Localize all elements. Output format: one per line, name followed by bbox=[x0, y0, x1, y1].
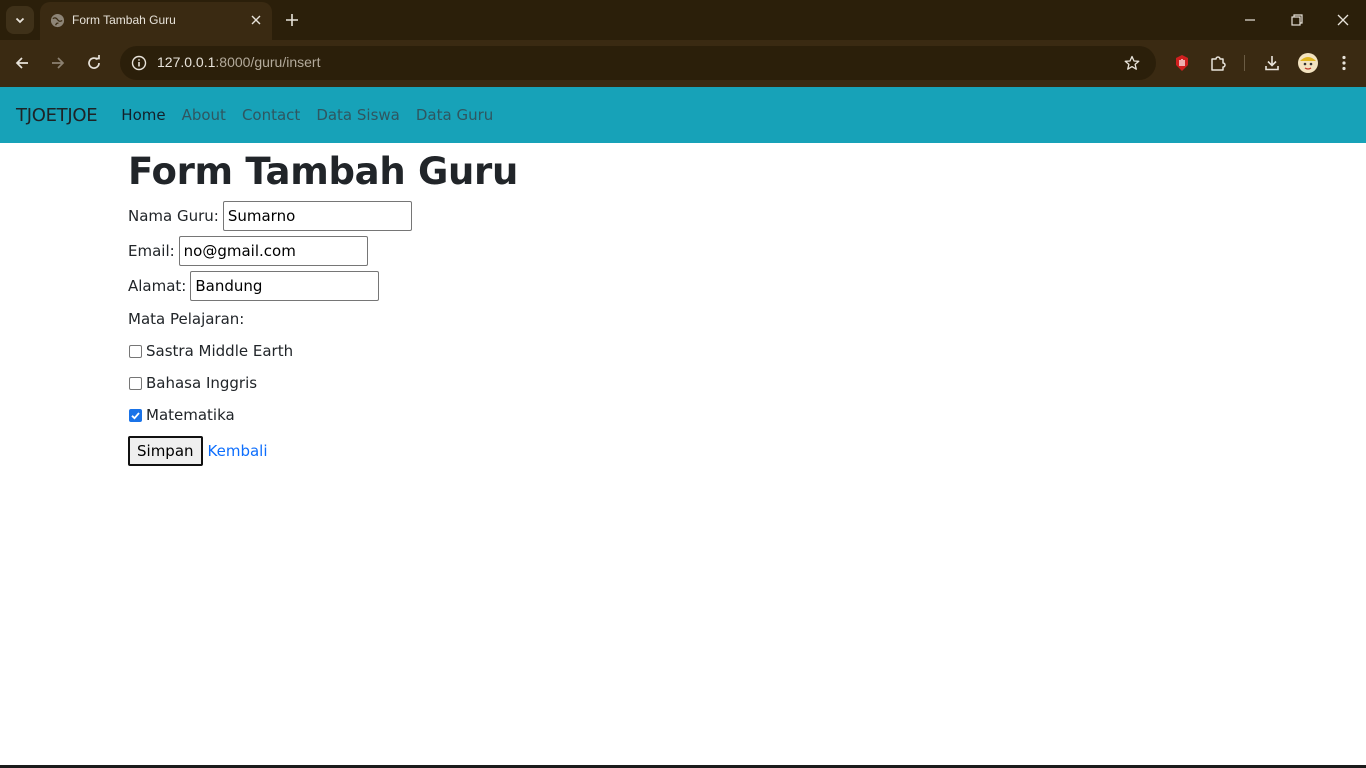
email-input[interactable] bbox=[178, 235, 368, 266]
site-navbar: TJOETJOE Home About Contact Data Siswa D… bbox=[0, 87, 1366, 143]
navbar-brand[interactable]: TJOETJOE bbox=[16, 105, 98, 126]
mapel-option-sastra[interactable]: Sastra Middle Earth bbox=[128, 335, 1238, 367]
mapel-option-label: Bahasa Inggris bbox=[146, 374, 258, 392]
browser-toolbar: 127.0.0.1:8000/guru/insert bbox=[0, 40, 1366, 87]
nav-link-contact[interactable]: Contact bbox=[242, 106, 300, 124]
alamat-label: Alamat: bbox=[128, 276, 187, 295]
avatar-icon bbox=[1298, 53, 1318, 73]
mapel-option-bahasa-inggris[interactable]: Bahasa Inggris bbox=[128, 367, 1238, 399]
url-host: 127.0.0.1 bbox=[157, 54, 216, 70]
close-icon bbox=[1337, 14, 1349, 26]
simpan-button[interactable]: Simpan bbox=[128, 436, 203, 466]
url-text: 127.0.0.1:8000/guru/insert bbox=[157, 54, 320, 70]
tab-title: Form Tambah Guru bbox=[72, 13, 176, 27]
reload-icon bbox=[88, 55, 100, 69]
nav-link-data-guru[interactable]: Data Guru bbox=[416, 106, 493, 124]
arrow-right-icon bbox=[52, 57, 65, 69]
restore-icon bbox=[1291, 14, 1303, 26]
nama-guru-row: Nama Guru: bbox=[128, 198, 1238, 233]
browser-tab[interactable]: Form Tambah Guru bbox=[40, 2, 272, 40]
mapel-option-label: Sastra Middle Earth bbox=[146, 342, 294, 360]
minimize-icon bbox=[1245, 19, 1255, 21]
alamat-row: Alamat: bbox=[128, 268, 1238, 303]
browser-tab-strip: Form Tambah Guru bbox=[0, 0, 1366, 40]
mata-pelajaran-label: Mata Pelajaran: bbox=[128, 310, 245, 328]
info-icon bbox=[131, 55, 147, 71]
nav-link-home[interactable]: Home bbox=[121, 106, 165, 124]
puzzle-icon bbox=[1211, 56, 1226, 71]
mapel-option-label: Matematika bbox=[146, 406, 235, 424]
checkmark-icon bbox=[131, 411, 140, 420]
mapel-checkbox-matematika[interactable] bbox=[129, 408, 142, 422]
alamat-input[interactable] bbox=[190, 270, 380, 301]
download-icon bbox=[1265, 56, 1279, 71]
email-row: Email: bbox=[128, 233, 1238, 268]
main-content: Form Tambah Guru Nama Guru: Email: Alama… bbox=[128, 143, 1238, 470]
extension-button[interactable] bbox=[1171, 52, 1193, 74]
bookmark-button[interactable] bbox=[1121, 52, 1143, 74]
form-actions: Simpan Kembali bbox=[128, 432, 1238, 470]
nama-guru-input[interactable] bbox=[222, 200, 412, 231]
nama-guru-label: Nama Guru: bbox=[128, 206, 219, 225]
extensions-menu-button[interactable] bbox=[1207, 52, 1229, 74]
site-info-button[interactable] bbox=[128, 52, 150, 74]
nav-link-about[interactable]: About bbox=[182, 106, 226, 124]
mapel-checkbox-bahasa-inggris[interactable] bbox=[129, 376, 142, 390]
nav-link-data-siswa[interactable]: Data Siswa bbox=[316, 106, 400, 124]
plus-icon bbox=[286, 14, 298, 26]
close-window-button[interactable] bbox=[1333, 10, 1353, 30]
reload-button[interactable] bbox=[83, 52, 105, 74]
tab-close-button[interactable] bbox=[248, 12, 264, 28]
star-icon bbox=[1124, 55, 1140, 70]
stop-hand-icon bbox=[1176, 55, 1188, 71]
tab-search-button[interactable] bbox=[6, 6, 34, 34]
new-tab-button[interactable] bbox=[282, 10, 302, 30]
restore-button[interactable] bbox=[1287, 10, 1307, 30]
kembali-link[interactable]: Kembali bbox=[208, 442, 268, 460]
more-vertical-icon bbox=[1342, 55, 1346, 71]
mapel-option-matematika[interactable]: Matematika bbox=[128, 399, 1238, 431]
minimize-button[interactable] bbox=[1240, 10, 1260, 30]
url-path: :8000/guru/insert bbox=[215, 54, 321, 70]
back-button[interactable] bbox=[11, 52, 33, 74]
close-icon bbox=[251, 15, 261, 25]
address-bar[interactable]: 127.0.0.1:8000/guru/insert bbox=[120, 46, 1156, 80]
profile-button[interactable] bbox=[1297, 52, 1319, 74]
forward-button[interactable] bbox=[47, 52, 69, 74]
chevron-down-icon bbox=[15, 17, 25, 24]
browser-menu-button[interactable] bbox=[1333, 52, 1355, 74]
mapel-checkbox-sastra[interactable] bbox=[129, 344, 142, 358]
globe-icon bbox=[50, 13, 65, 28]
arrow-left-icon bbox=[15, 57, 28, 69]
page-title: Form Tambah Guru bbox=[128, 150, 519, 193]
downloads-button[interactable] bbox=[1261, 52, 1283, 74]
toolbar-divider bbox=[1244, 55, 1245, 71]
email-label: Email: bbox=[128, 241, 175, 260]
